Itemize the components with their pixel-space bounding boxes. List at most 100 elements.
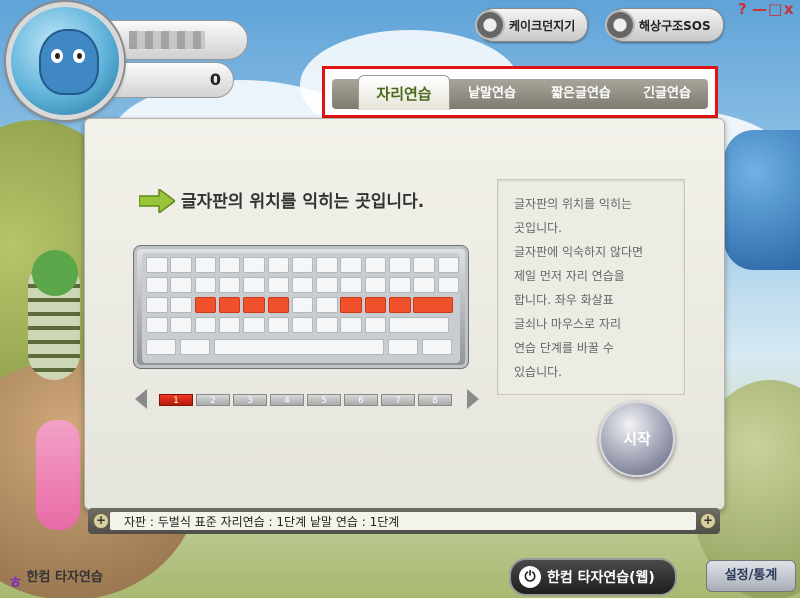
web-version-button[interactable]: ⏻ 한컴 타자연습(웹) bbox=[509, 558, 677, 596]
power-icon: ⏻ bbox=[519, 566, 541, 588]
practice-tabs-frame: 자리연습 낱말연습 짧은글연습 긴글연습 bbox=[322, 66, 718, 118]
pink-character bbox=[36, 420, 80, 530]
cake-throw-button[interactable]: 케이크던지기 bbox=[475, 8, 589, 42]
avatar-character bbox=[39, 29, 99, 95]
status-text-area: 자판 : 두벌식 표준 자리연습 : 1단계 낱말 연습 : 1단계 bbox=[110, 512, 696, 530]
keyboard-key bbox=[146, 257, 168, 273]
keyboard-key bbox=[170, 257, 192, 273]
keyboard-key bbox=[194, 317, 217, 333]
keyboard-key bbox=[422, 339, 452, 355]
username-bar bbox=[110, 20, 248, 60]
web-version-label: 한컴 타자연습(웹) bbox=[547, 570, 655, 586]
tab-word-practice[interactable]: 낱말연습 bbox=[452, 79, 532, 109]
description-line: 있습니다. bbox=[514, 365, 562, 379]
keyboard-key bbox=[194, 277, 217, 293]
username-redacted bbox=[129, 31, 205, 49]
keyboard-key bbox=[214, 339, 384, 355]
minimize-button[interactable]: — bbox=[752, 0, 767, 18]
keyboard-key bbox=[291, 317, 314, 333]
description-line: 연습 단계를 바꿀 수 bbox=[514, 341, 614, 355]
keyboard-key bbox=[146, 297, 168, 313]
keyboard-key bbox=[316, 257, 338, 273]
keyboard-key bbox=[218, 277, 241, 293]
level-3-button[interactable]: 3 bbox=[233, 394, 267, 406]
lifebuoy-icon bbox=[605, 10, 635, 40]
description-line: 글자판에 익숙하지 않다면 bbox=[514, 245, 644, 259]
plus-icon-left[interactable]: + bbox=[93, 513, 109, 529]
keyboard-key bbox=[291, 277, 314, 293]
start-button[interactable]: 시작 bbox=[599, 401, 675, 477]
description-line: 제일 먼저 자리 연습을 bbox=[514, 269, 625, 283]
level-1-button[interactable]: 1 bbox=[159, 394, 193, 406]
keyboard-illustration bbox=[133, 245, 469, 369]
maximize-button[interactable]: □ bbox=[768, 0, 782, 18]
description-line: 글쇠나 마우스로 자리 bbox=[514, 317, 621, 331]
practice-panel: 글자판의 위치를 익히는 곳입니다. 12345678 글자판의 위치를 익히는… bbox=[84, 118, 725, 510]
next-level-arrow-icon[interactable] bbox=[467, 389, 479, 409]
level-4-button[interactable]: 4 bbox=[270, 394, 304, 406]
status-bar: + 자판 : 두벌식 표준 자리연습 : 1단계 낱말 연습 : 1단계 + bbox=[88, 508, 720, 534]
level-8-button[interactable]: 8 bbox=[418, 394, 452, 406]
prev-level-arrow-icon[interactable] bbox=[135, 389, 147, 409]
avatar[interactable] bbox=[6, 2, 124, 120]
keyboard-key bbox=[170, 297, 192, 313]
keyboard-key bbox=[413, 277, 435, 293]
green-character bbox=[32, 250, 78, 296]
keyboard-key bbox=[340, 257, 362, 273]
keyboard-key bbox=[364, 297, 387, 313]
cake-throw-label: 케이크던지기 bbox=[509, 18, 576, 33]
keyboard-key bbox=[267, 277, 289, 293]
level-6-button[interactable]: 6 bbox=[344, 394, 378, 406]
keyboard-key bbox=[340, 277, 362, 293]
plus-icon-right[interactable]: + bbox=[700, 513, 716, 529]
level-7-button[interactable]: 7 bbox=[381, 394, 415, 406]
page-heading: 글자판의 위치를 익히는 곳입니다. bbox=[181, 192, 425, 212]
keyboard-key bbox=[146, 277, 168, 293]
tab-position-practice[interactable]: 자리연습 bbox=[358, 75, 450, 110]
help-button[interactable]: ? bbox=[738, 0, 747, 18]
keyboard-key bbox=[340, 317, 362, 333]
blue-robot-character bbox=[724, 130, 800, 270]
level-2-button[interactable]: 2 bbox=[196, 394, 230, 406]
level-pager: 12345678 bbox=[135, 389, 479, 409]
keyboard-key bbox=[170, 277, 192, 293]
keyboard-key bbox=[243, 297, 265, 313]
keyboard-key bbox=[316, 317, 338, 333]
description-box: 글자판의 위치를 익히는 곳입니다. 글자판에 익숙하지 않다면 제일 먼저 자리 연… bbox=[497, 179, 685, 395]
keyboard-key bbox=[316, 277, 338, 293]
keyboard-key bbox=[218, 317, 241, 333]
keyboard-key bbox=[267, 297, 289, 313]
keyboard-key bbox=[413, 297, 454, 313]
hancom-logo-icon: ㅎ bbox=[8, 572, 23, 592]
keyboard-key bbox=[340, 297, 362, 313]
keyboard-key bbox=[388, 339, 418, 355]
tab-short-text-practice[interactable]: 짧은글연습 bbox=[536, 79, 626, 109]
keyboard-key bbox=[146, 339, 176, 355]
settings-stats-button[interactable]: 설정/통계 bbox=[706, 560, 796, 592]
keyboard-key bbox=[243, 257, 265, 273]
close-button[interactable]: x bbox=[784, 0, 794, 18]
keyboard-key bbox=[291, 297, 314, 313]
status-text: 자판 : 두벌식 표준 자리연습 : 1단계 낱말 연습 : 1단계 bbox=[124, 515, 400, 529]
description-line: 곳입니다. bbox=[514, 221, 562, 235]
keyboard-key bbox=[146, 317, 168, 333]
sea-rescue-button[interactable]: 해상구조SOS bbox=[605, 8, 724, 42]
cake-icon bbox=[475, 10, 505, 40]
keyboard-key bbox=[218, 257, 241, 273]
tab-long-text-practice[interactable]: 긴글연습 bbox=[630, 79, 704, 109]
score-value: 0 bbox=[209, 70, 221, 89]
keyboard-key bbox=[364, 257, 387, 273]
keyboard-key bbox=[364, 277, 387, 293]
keyboard-key bbox=[389, 297, 411, 313]
keyboard-key bbox=[389, 317, 449, 333]
keyboard-key bbox=[389, 277, 411, 293]
keyboard-key bbox=[243, 317, 265, 333]
keyboard-key bbox=[194, 297, 217, 313]
level-5-button[interactable]: 5 bbox=[307, 394, 341, 406]
keyboard-key bbox=[413, 257, 435, 273]
keyboard-key bbox=[389, 257, 411, 273]
score-bar: 0 bbox=[110, 62, 234, 98]
keyboard-key bbox=[291, 257, 314, 273]
logo-text: 한컴 타자연습 bbox=[26, 570, 103, 585]
practice-tabs: 자리연습 낱말연습 짧은글연습 긴글연습 bbox=[332, 75, 708, 110]
